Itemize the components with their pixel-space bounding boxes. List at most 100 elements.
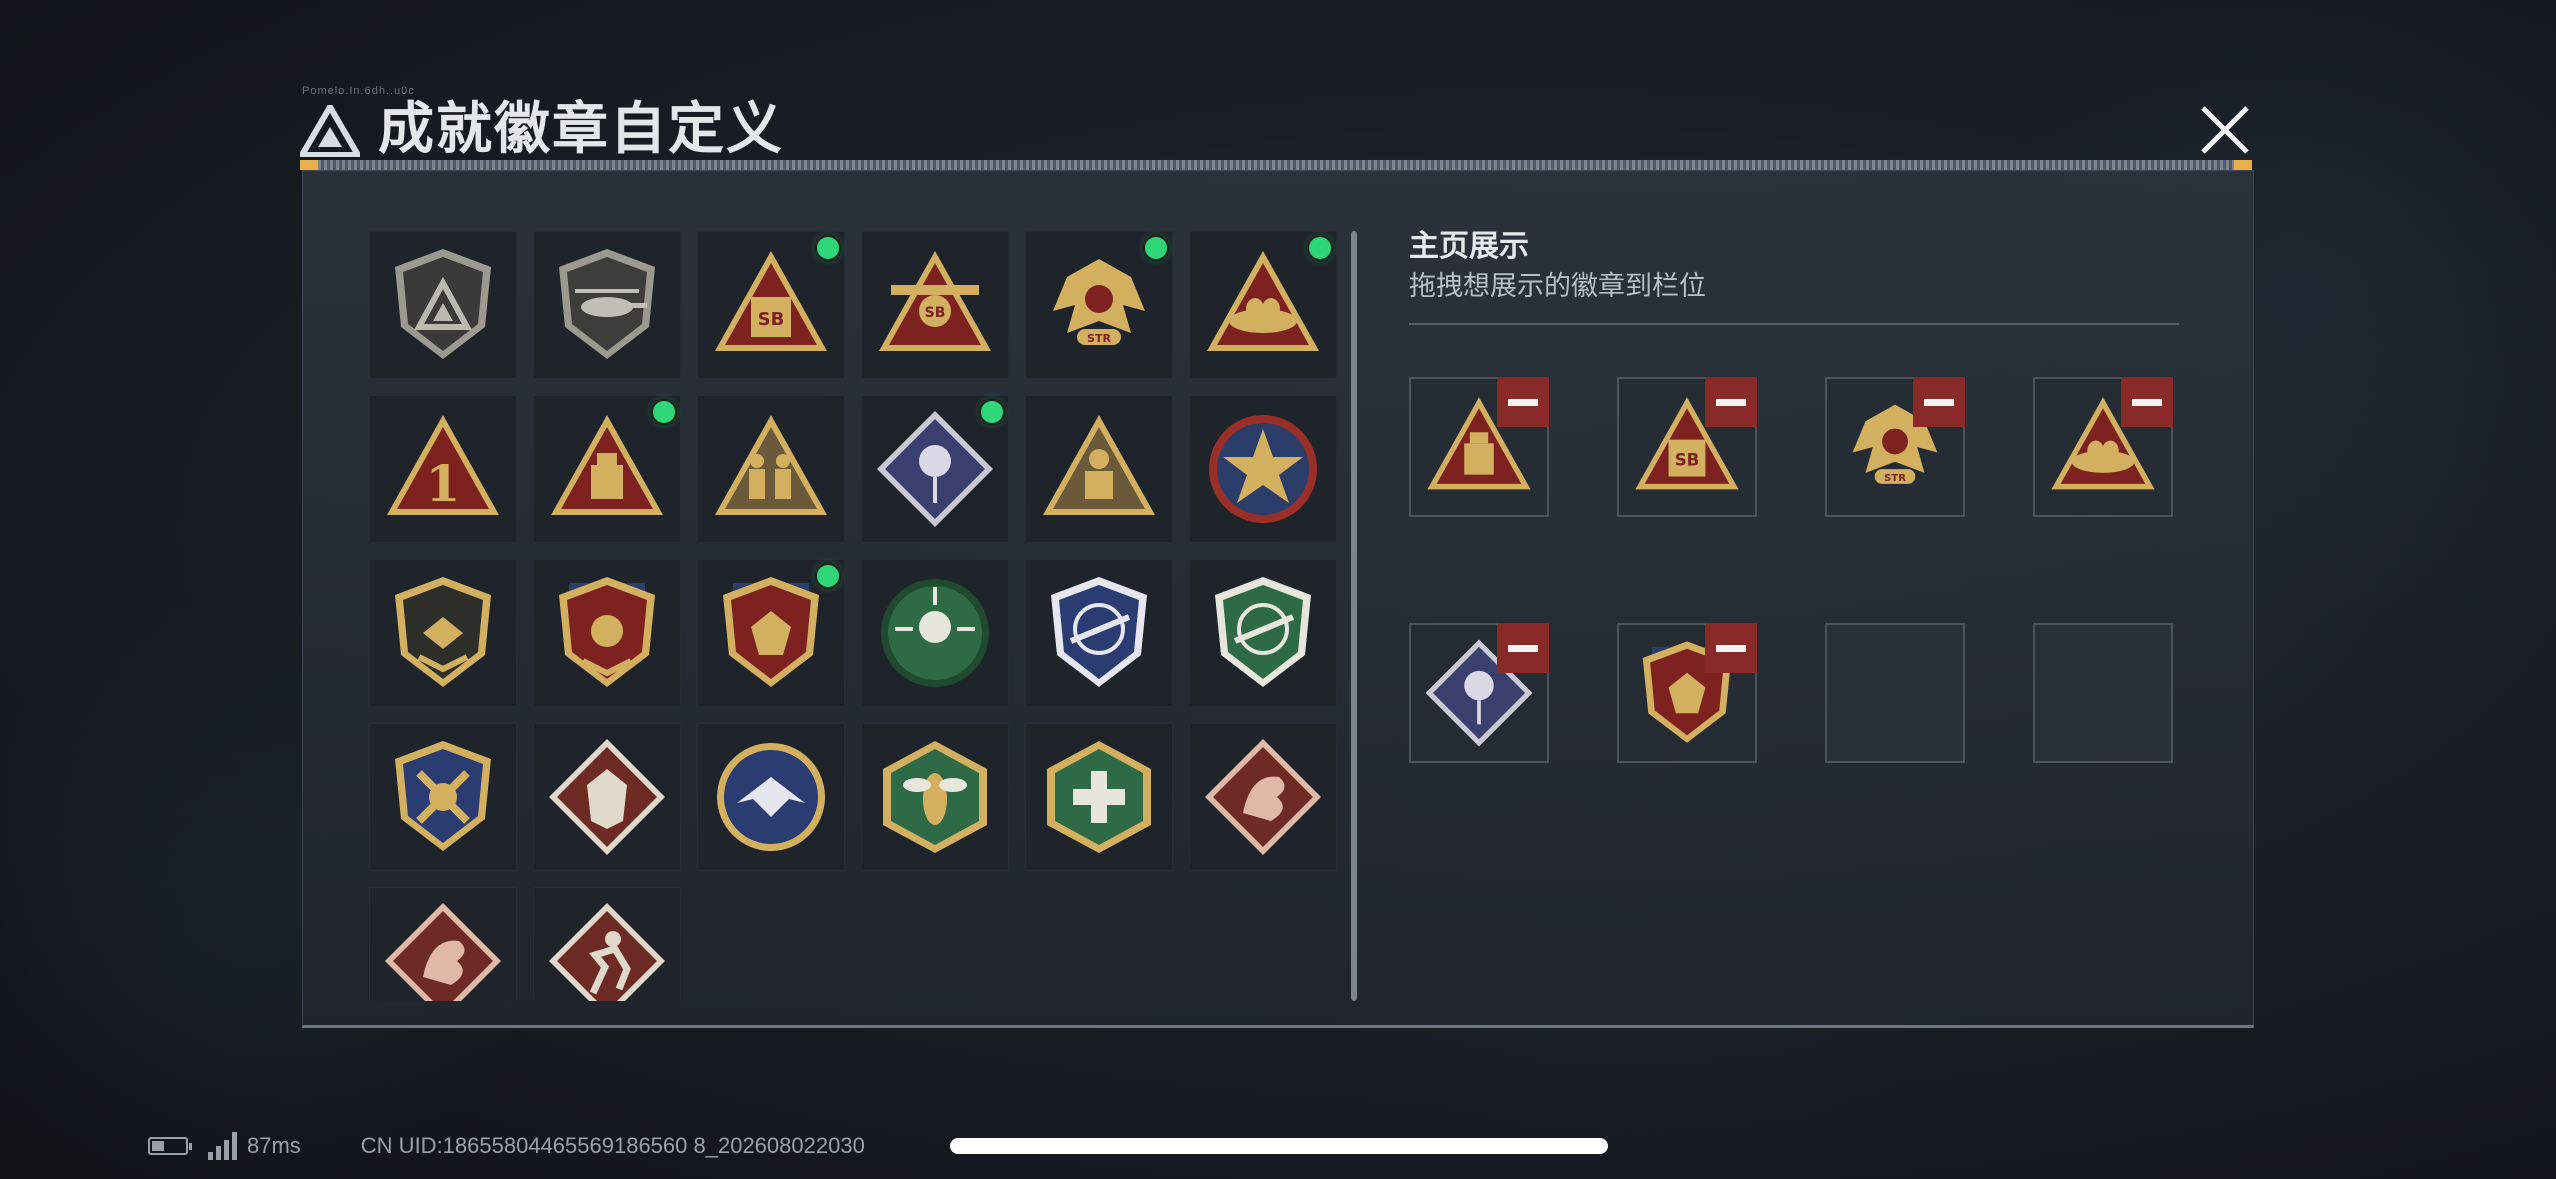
badge-cell[interactable]: STR bbox=[1025, 231, 1173, 379]
dark-shield-badge-icon bbox=[395, 577, 491, 687]
badge-grid: SB SB STR 1 bbox=[369, 231, 1349, 1001]
showcase-slot-empty[interactable] bbox=[2033, 623, 2173, 763]
showcase-slots: SB STR bbox=[1409, 377, 2179, 763]
remove-badge-button[interactable] bbox=[1705, 623, 1757, 673]
remove-badge-button[interactable] bbox=[1497, 377, 1549, 427]
wolf-diamond-badge-icon bbox=[549, 739, 665, 855]
remove-badge-button[interactable] bbox=[1497, 623, 1549, 673]
dragon-diamond-badge-icon bbox=[1205, 739, 1321, 855]
svg-text:SB: SB bbox=[758, 309, 785, 330]
runner-diamond-badge-icon bbox=[549, 903, 665, 1001]
badge-cell[interactable] bbox=[1189, 395, 1337, 543]
badge-cell[interactable] bbox=[369, 887, 517, 1001]
sb-winged-triangle-badge-icon: SB bbox=[879, 251, 991, 351]
badge-cell[interactable] bbox=[697, 723, 845, 871]
close-icon bbox=[2201, 106, 2249, 154]
showcase-divider bbox=[1409, 323, 2179, 325]
showcase-slot[interactable] bbox=[2033, 377, 2173, 517]
nest-egg-triangle-badge-icon bbox=[1207, 251, 1319, 351]
svg-text:SB: SB bbox=[1675, 450, 1700, 469]
home-indicator[interactable] bbox=[950, 1138, 1608, 1154]
badge-cell[interactable] bbox=[1189, 231, 1337, 379]
crossed-wrench-badge-icon bbox=[395, 741, 491, 851]
badge-cell[interactable] bbox=[861, 723, 1009, 871]
divider-accent-right bbox=[2234, 160, 2252, 170]
showcase-slot[interactable] bbox=[1409, 623, 1549, 763]
available-indicator bbox=[817, 565, 839, 587]
badge-cell[interactable] bbox=[861, 395, 1009, 543]
badge-cell[interactable] bbox=[533, 887, 681, 1001]
rose-diamond-badge-icon bbox=[877, 411, 993, 527]
badge-cell[interactable]: SB bbox=[697, 231, 845, 379]
badge-cell[interactable] bbox=[697, 395, 845, 543]
badge-cell[interactable] bbox=[369, 231, 517, 379]
badge-cell[interactable]: 1 bbox=[369, 395, 517, 543]
showcase-slot[interactable]: SB bbox=[1617, 377, 1757, 517]
medic-hexagon-badge-icon bbox=[1047, 741, 1151, 853]
mountain-shield-badge-icon bbox=[395, 249, 491, 359]
badge-cell[interactable] bbox=[533, 395, 681, 543]
showcase-slot[interactable] bbox=[1409, 377, 1549, 517]
available-indicator bbox=[981, 401, 1003, 423]
showcase-title: 主页展示 bbox=[1409, 229, 1529, 264]
minus-icon bbox=[2132, 398, 2162, 406]
minus-icon bbox=[1924, 398, 1954, 406]
minus-icon bbox=[1508, 644, 1538, 652]
signal-icon bbox=[208, 1132, 237, 1160]
badge-cell[interactable] bbox=[369, 723, 517, 871]
soldiers-triangle-badge-icon bbox=[715, 415, 827, 515]
dragon-diamond-badge-2-icon bbox=[385, 903, 501, 1001]
grid-scrollbar[interactable] bbox=[1351, 231, 1357, 1001]
skull-crosshair-badge-icon bbox=[881, 579, 989, 687]
badge-cell[interactable] bbox=[533, 723, 681, 871]
svg-text:STR: STR bbox=[1087, 332, 1111, 345]
available-indicator bbox=[817, 237, 839, 259]
delta-logo-icon bbox=[300, 105, 360, 157]
badge-cell[interactable] bbox=[533, 231, 681, 379]
badge-cell[interactable] bbox=[533, 559, 681, 707]
showcase-subtitle: 拖拽想展示的徽章到栏位 bbox=[1409, 271, 1706, 302]
header: Pomelo.In.6dh..u0c 成就徽章自定义 bbox=[300, 85, 2252, 165]
badge-cell[interactable] bbox=[1189, 723, 1337, 871]
badge-cell[interactable] bbox=[1025, 559, 1173, 707]
remove-badge-button[interactable] bbox=[1913, 377, 1965, 427]
minus-icon bbox=[1508, 398, 1538, 406]
helicopter-shield-badge-icon bbox=[559, 249, 655, 359]
remove-badge-button[interactable] bbox=[1705, 377, 1757, 427]
str-eagle-badge-icon: STR bbox=[1053, 259, 1145, 345]
badge-cell[interactable] bbox=[1189, 559, 1337, 707]
crest-shield-badge-icon bbox=[559, 577, 655, 687]
status-footer: 87ms CN UID:18655804465569186560 8_20260… bbox=[148, 1126, 865, 1166]
available-indicator bbox=[1145, 237, 1167, 259]
minus-icon bbox=[1716, 398, 1746, 406]
svg-text:SB: SB bbox=[925, 305, 946, 321]
showcase-slot[interactable]: STR bbox=[1825, 377, 1965, 517]
badge-cell[interactable] bbox=[369, 559, 517, 707]
uid-text: CN UID:18655804465569186560 8_2026080220… bbox=[360, 1133, 865, 1158]
showcase-section: 主页展示 拖拽想展示的徽章到栏位 SB STR bbox=[1409, 227, 2179, 763]
eagle-roundel-badge-icon bbox=[717, 743, 825, 851]
gem-crest-badge-icon bbox=[723, 577, 819, 687]
remove-badge-button[interactable] bbox=[2121, 377, 2173, 427]
sb-crate-triangle-badge-icon: SB bbox=[715, 251, 827, 351]
badge-cell[interactable] bbox=[1025, 723, 1173, 871]
svg-text:STR: STR bbox=[1884, 473, 1906, 484]
star-roundel-badge-icon bbox=[1209, 415, 1317, 523]
badge-panel: SB SB STR 1 主页展示 拖拽想展示的徽章到栏位 SB STR bbox=[302, 170, 2254, 1028]
close-button[interactable] bbox=[2190, 100, 2260, 160]
showcase-slot[interactable] bbox=[1617, 623, 1757, 763]
drive-triangle-badge-icon bbox=[551, 415, 663, 515]
rifle-crosshair-blue-badge-icon bbox=[1051, 577, 1147, 687]
svg-text:1: 1 bbox=[426, 454, 461, 513]
available-indicator bbox=[1309, 237, 1331, 259]
minus-icon bbox=[1716, 644, 1746, 652]
badge-cell[interactable]: SB bbox=[861, 231, 1009, 379]
badge-cell[interactable] bbox=[1025, 395, 1173, 543]
page-title: 成就徽章自定义 bbox=[378, 97, 784, 162]
badge-cell[interactable] bbox=[861, 559, 1009, 707]
available-indicator bbox=[653, 401, 675, 423]
title-divider bbox=[300, 160, 2252, 170]
badge-cell[interactable] bbox=[697, 559, 845, 707]
showcase-slot-empty[interactable] bbox=[1825, 623, 1965, 763]
hornet-hexagon-badge-icon bbox=[883, 741, 987, 853]
